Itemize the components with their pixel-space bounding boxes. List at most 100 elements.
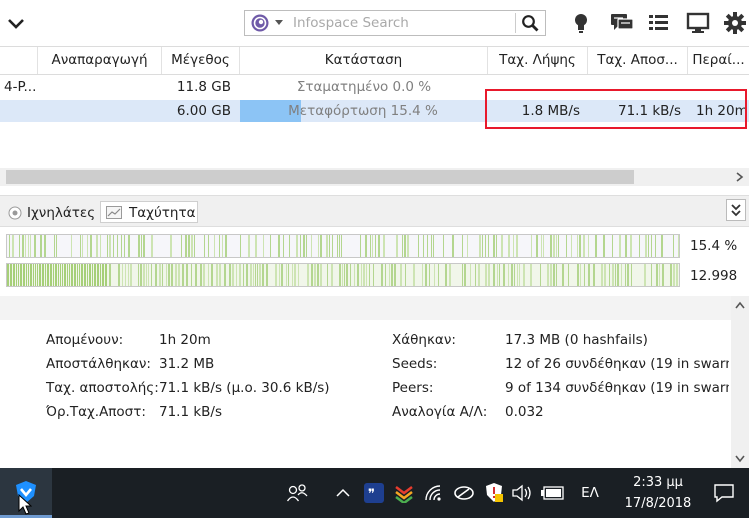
piece-segment [60,264,61,286]
people-icon[interactable] [285,468,311,518]
battery-icon[interactable] [540,468,566,518]
piece-segment [250,264,252,286]
piece-segment [71,235,72,257]
piece-segment [370,235,371,257]
chevron-up-icon[interactable] [332,468,354,518]
piece-segment [385,264,386,286]
detail-label: Αναλογία Α/Λ: [392,404,488,420]
column-header-playback[interactable]: Αναπαραγωγή [38,47,162,74]
piece-segment [311,264,313,286]
piece-segment [47,264,49,286]
quote-app-icon[interactable]: ❞ [362,468,386,518]
column-header-name[interactable] [0,47,38,74]
search-box[interactable]: Infospace Search [244,10,546,36]
scroll-up-icon[interactable] [734,300,746,312]
scrollbar-thumb[interactable] [6,170,634,184]
piece-segment [219,235,220,257]
collapse-button[interactable] [726,199,746,221]
piece-segment [339,264,341,286]
piece-segment [94,264,96,286]
piece-segment [497,264,498,286]
piece-segment [10,264,12,286]
piece-segment [208,264,209,286]
column-header-size[interactable]: Μέγεθος [162,47,240,74]
piece-segment [341,235,342,257]
piece-segment [366,264,367,286]
piece-segment [30,264,32,286]
volume-icon[interactable] [510,468,534,518]
notification-icon[interactable] [708,468,740,518]
tab-trackers[interactable]: Ιχνηλάτες [4,201,98,223]
piece-segment [278,235,280,257]
piece-segment [427,235,428,257]
piece-segment [326,235,328,257]
piece-segment [445,264,447,286]
radio-icon [8,206,22,220]
piece-segment [318,235,319,257]
piece-segment [191,235,193,257]
torrent-size: 6.00 GB [176,103,231,119]
vertical-scrollbar[interactable] [731,296,749,468]
piece-segment [558,235,559,257]
piece-segment [516,235,518,257]
search-engine-icon[interactable] [250,13,290,33]
list-icon[interactable] [648,12,670,34]
piece-segment [151,235,153,257]
piece-segment [394,264,396,286]
language-indicator[interactable]: ΕΛ [572,468,608,518]
piece-segment [337,235,338,257]
search-icon[interactable] [521,14,539,32]
piece-segment [159,264,161,286]
column-header-eta[interactable]: Περαί... [688,47,749,74]
piece-segment [470,264,471,286]
piece-segment [55,264,57,286]
piece-segment [661,235,663,257]
piece-segment [229,264,231,286]
chat-icon[interactable] [610,12,634,34]
piece-segment [12,235,14,257]
tab-speed[interactable]: Ταχύτητα [100,201,198,223]
cloud-app-icon[interactable] [452,468,476,518]
piece-segment [603,235,605,257]
wifi-icon[interactable] [422,468,446,518]
svg-text:❞: ❞ [368,487,375,502]
piece-segment [56,235,57,257]
column-header-upload-speed[interactable]: Ταχ. Αποσ... [588,47,688,74]
column-header-status[interactable]: Κατάσταση [240,47,488,74]
piece-segment [568,264,569,286]
piece-segment [92,264,93,286]
piece-segment [166,264,167,286]
piece-segment [28,264,29,286]
monitor-icon[interactable] [686,12,710,34]
piece-segment [100,264,101,286]
piece-segment [678,235,679,257]
piece-segment [105,264,107,286]
scroll-right-icon[interactable] [734,171,746,183]
piece-segment [670,264,672,286]
piece-segment [433,235,434,257]
lightbulb-icon[interactable] [570,12,592,34]
security-shield-icon[interactable] [482,468,506,518]
piece-segment [122,264,123,286]
piece-segment [40,235,42,257]
piece-segment [151,264,152,286]
piece-segment [34,235,36,257]
piece-segment [339,235,340,257]
scroll-down-icon[interactable] [734,452,746,464]
availability-value: 12.998 [690,268,738,284]
piece-segment [350,264,351,286]
piece-segment [208,235,209,257]
piece-segment [625,235,627,257]
piece-segment [28,235,29,257]
clock[interactable]: 2:33 μμ 17/8/2018 [614,472,702,516]
column-header-download-speed[interactable]: Ταχ. Λήψης [488,47,588,74]
piece-segment [23,264,25,286]
gear-icon[interactable] [724,12,746,34]
detail-tabs: Ιχνηλάτες Ταχύτητα [0,195,749,227]
colorful-app-icon[interactable] [392,468,416,518]
chevron-down-icon[interactable] [6,14,26,34]
piece-segment [90,235,92,257]
piece-segment [651,235,652,257]
piece-segment [514,264,515,286]
search-input[interactable]: Infospace Search [293,15,409,31]
